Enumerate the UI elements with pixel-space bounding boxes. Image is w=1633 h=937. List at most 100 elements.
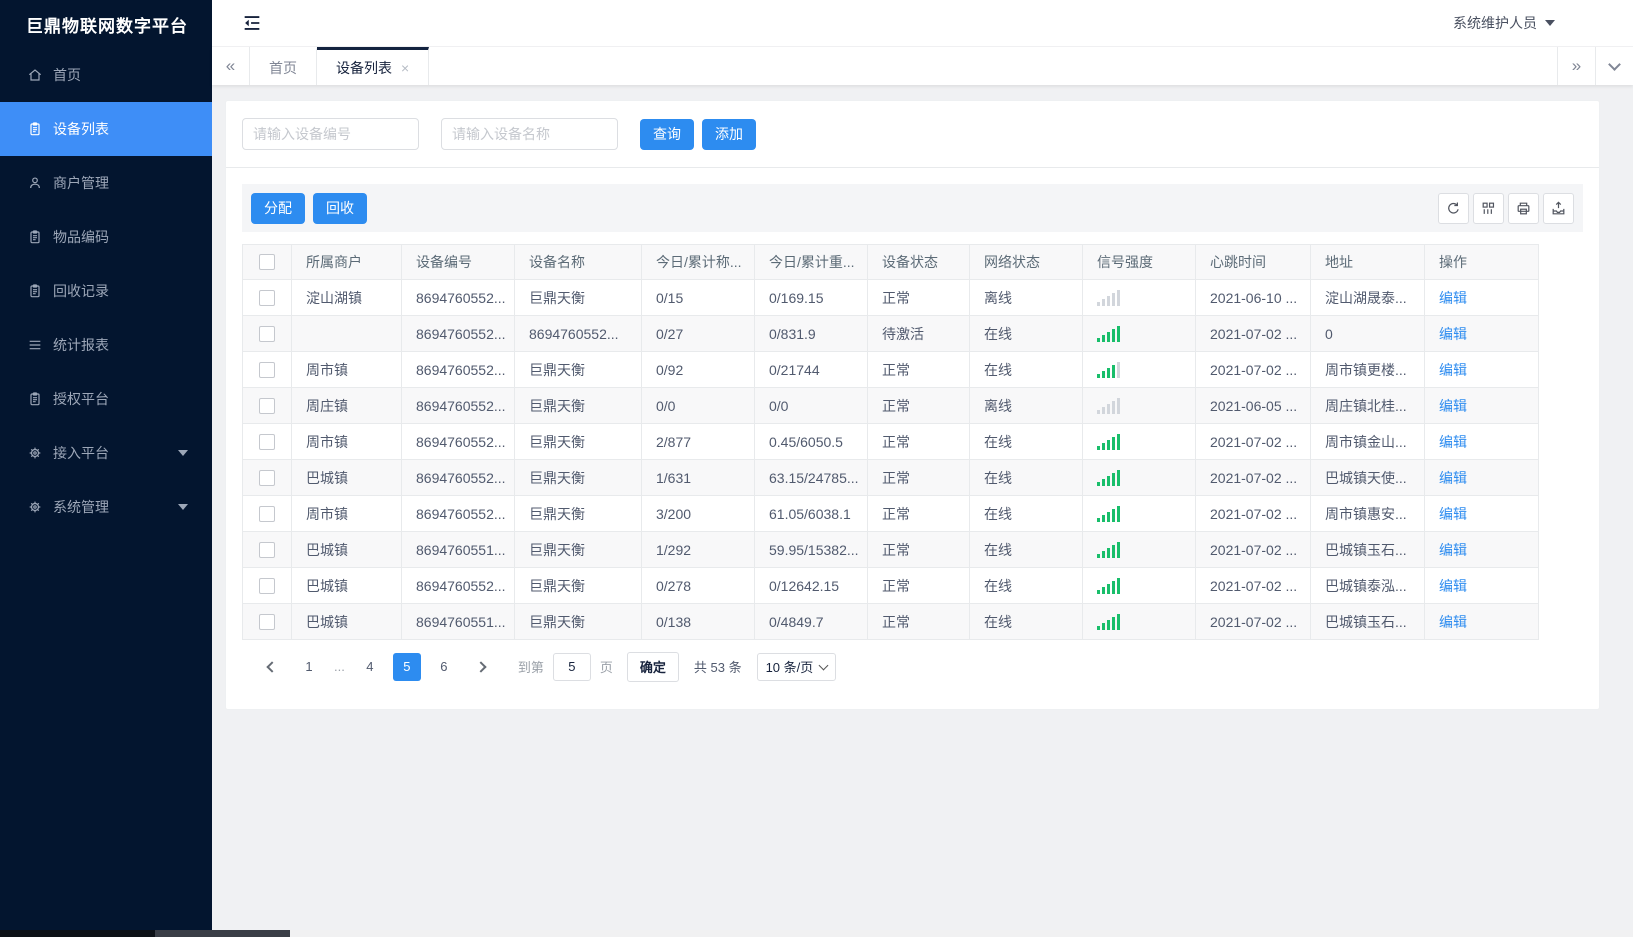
cell-device-no: 8694760552... (401, 495, 515, 532)
caret-down-icon (178, 504, 188, 510)
cell-network-status: 在线 (969, 315, 1083, 352)
sidebar-item-label: 设备列表 (53, 121, 109, 137)
edit-link[interactable]: 编辑 (1439, 290, 1467, 306)
row-checkbox[interactable] (259, 325, 275, 342)
query-button[interactable]: 查询 (640, 118, 694, 150)
cell-address: 周庄镇北桂... (1310, 387, 1425, 424)
row-checkbox[interactable] (259, 613, 275, 630)
cell-today-weight: 0/0 (754, 387, 868, 424)
next-page-button[interactable] (467, 653, 495, 681)
edit-link[interactable]: 编辑 (1439, 362, 1467, 378)
tab-1[interactable]: 设备列表 × (317, 47, 430, 85)
column-header: 设备编号 (401, 244, 515, 280)
row-checkbox[interactable] (259, 433, 275, 450)
column-header: 所属商户 (291, 244, 402, 280)
device-name-input[interactable] (441, 118, 618, 150)
edit-link[interactable]: 编辑 (1439, 542, 1467, 558)
cell-today-count: 0/0 (641, 387, 755, 424)
cell-heartbeat: 2021-06-10 ... (1195, 279, 1311, 316)
edit-link[interactable]: 编辑 (1439, 506, 1467, 522)
sidebar-item-6[interactable]: 授权平台 (0, 372, 212, 426)
table-row: 巴城镇 8694760551... 巨鼎天衡 1/292 59.95/15382… (242, 531, 1539, 568)
signal-bars-icon (1097, 613, 1181, 630)
signal-bars-icon (1097, 361, 1181, 378)
column-header: 心跳时间 (1195, 244, 1311, 280)
table-row: 巴城镇 8694760551... 巨鼎天衡 0/138 0/4849.7 正常… (242, 603, 1539, 640)
goto-page-input[interactable] (552, 652, 591, 681)
cell-device-name: 巨鼎天衡 (514, 531, 642, 568)
gear-icon (27, 499, 43, 515)
doc-icon (27, 229, 43, 245)
cell-signal (1082, 279, 1196, 316)
row-checkbox[interactable] (259, 577, 275, 594)
sidebar-item-3[interactable]: 物品编码 (0, 210, 212, 264)
cell-signal (1082, 387, 1196, 424)
page-size-select[interactable]: 10 条/页 (756, 652, 837, 681)
cell-merchant: 周市镇 (291, 423, 402, 460)
sidebar-item-0[interactable]: 首页 (0, 48, 212, 102)
menu-fold-icon[interactable] (241, 12, 263, 34)
sidebar-item-label: 统计报表 (53, 337, 109, 353)
edit-link[interactable]: 编辑 (1439, 434, 1467, 450)
page-button-1[interactable]: 1 (295, 653, 323, 681)
table-row: 周庄镇 8694760552... 巨鼎天衡 0/0 0/0 正常 离线 202… (242, 387, 1539, 424)
caret-down-icon (1545, 20, 1555, 26)
row-checkbox[interactable] (259, 541, 275, 558)
tabs-scroll-left-button[interactable]: « (212, 47, 250, 85)
row-checkbox[interactable] (259, 469, 275, 486)
page-button-4[interactable]: 4 (356, 653, 384, 681)
cell-today-count: 0/278 (641, 567, 755, 604)
row-checkbox[interactable] (259, 289, 275, 306)
recycle-button[interactable]: 回收 (313, 192, 367, 224)
horizontal-scrollbar[interactable] (0, 930, 1633, 937)
print-button[interactable] (1508, 192, 1539, 224)
user-menu[interactable]: 系统维护人员 (1453, 13, 1555, 33)
home-icon (27, 67, 43, 83)
edit-link[interactable]: 编辑 (1439, 326, 1467, 342)
cell-address: 周市镇更楼... (1310, 351, 1425, 388)
tabs-menu-button[interactable] (1595, 47, 1633, 85)
sidebar-item-5[interactable]: 统计报表 (0, 318, 212, 372)
edit-link[interactable]: 编辑 (1439, 614, 1467, 630)
assign-button[interactable]: 分配 (251, 192, 305, 224)
tab-close-icon[interactable]: × (401, 61, 409, 75)
cell-address: 巴城镇天使... (1310, 459, 1425, 496)
cell-heartbeat: 2021-06-05 ... (1195, 387, 1311, 424)
page-button-6[interactable]: 6 (430, 653, 458, 681)
export-button[interactable] (1543, 192, 1574, 224)
tab-0[interactable]: 首页 (250, 47, 317, 85)
sidebar-item-4[interactable]: 回收记录 (0, 264, 212, 318)
select-all-checkbox[interactable] (259, 254, 275, 270)
cell-device-status: 正常 (867, 279, 970, 316)
chevron-down-icon (818, 660, 829, 670)
sidebar-item-label: 系统管理 (53, 499, 109, 515)
tab-label: 设备列表 (336, 59, 392, 76)
cell-device-no: 8694760552... (401, 423, 515, 460)
cell-address: 0 (1310, 315, 1425, 352)
sidebar-item-7[interactable]: 接入平台 (0, 426, 212, 480)
edit-link[interactable]: 编辑 (1439, 398, 1467, 414)
table-row: 8694760552... 8694760552... 0/27 0/831.9… (242, 315, 1539, 352)
edit-link[interactable]: 编辑 (1439, 470, 1467, 486)
refresh-button[interactable] (1438, 192, 1469, 224)
page-button-5[interactable]: 5 (392, 652, 421, 681)
cell-heartbeat: 2021-07-02 ... (1195, 603, 1311, 640)
list-icon (27, 337, 43, 353)
row-checkbox[interactable] (259, 397, 275, 414)
sidebar-item-2[interactable]: 商户管理 (0, 156, 212, 210)
refresh-icon (1445, 200, 1462, 217)
sidebar-item-8[interactable]: 系统管理 (0, 480, 212, 534)
columns-button[interactable] (1473, 192, 1504, 224)
edit-link[interactable]: 编辑 (1439, 578, 1467, 594)
sidebar-item-1[interactable]: 设备列表 (0, 102, 212, 156)
device-no-input[interactable] (242, 118, 419, 150)
prev-page-button[interactable] (258, 653, 286, 681)
tabs-scroll-right-button[interactable]: » (1557, 47, 1595, 85)
row-checkbox[interactable] (259, 361, 275, 378)
scrollbar-thumb[interactable] (155, 930, 290, 937)
add-button[interactable]: 添加 (702, 118, 756, 150)
row-checkbox[interactable] (259, 505, 275, 522)
cell-network-status: 在线 (969, 423, 1083, 460)
cell-network-status: 在线 (969, 567, 1083, 604)
confirm-button[interactable]: 确定 (626, 651, 679, 682)
